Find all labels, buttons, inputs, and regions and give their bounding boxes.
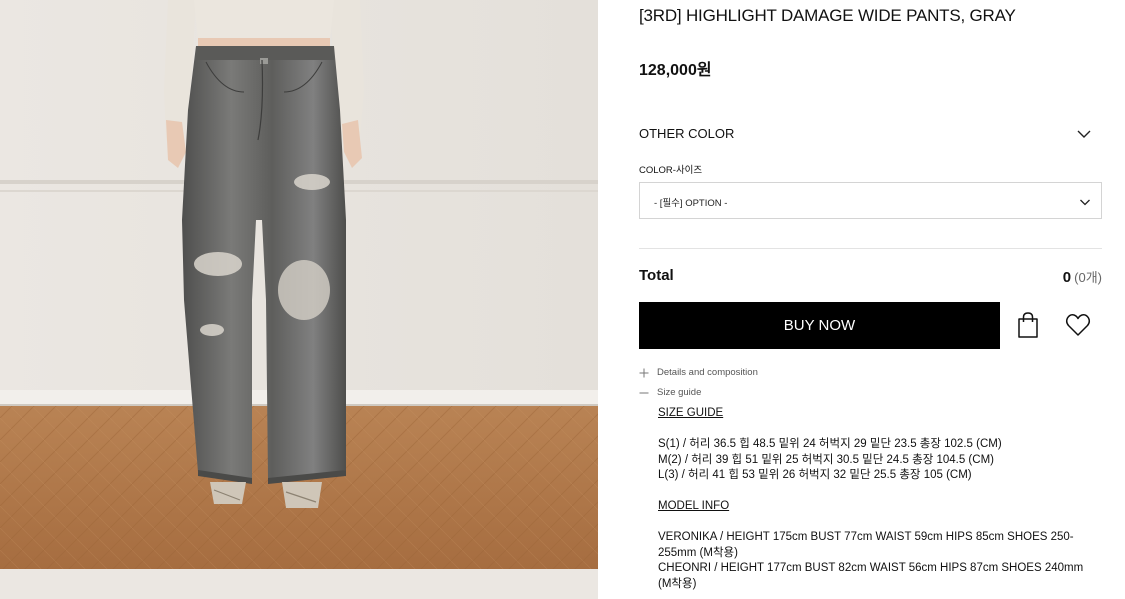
total-amount: 0 [1062,269,1072,286]
product-title: [3RD] HIGHLIGHT DAMAGE WIDE PANTS, GRAY [639,6,1016,25]
model-info-heading: MODEL INFO [658,500,730,512]
option-label: COLOR-사이즈 [639,165,703,176]
heart-icon[interactable] [1065,313,1091,337]
size-row: M(2) / 허리 39 힙 51 밑위 25 허벅지 30.5 밑단 24.5… [658,453,994,466]
product-price: 128,000원 [639,62,712,79]
product-info-panel: [3RD] HIGHLIGHT DAMAGE WIDE PANTS, GRAY … [598,0,1125,599]
details-composition-label: Details and composition [657,367,758,378]
chevron-down-icon [1079,195,1091,207]
product-photo-illustration [0,0,598,599]
size-guide-heading: SIZE GUIDE [658,407,724,419]
buy-now-button[interactable]: BUY NOW [639,302,1000,349]
total-count: (0개) [1074,270,1102,285]
divider [639,248,1102,249]
model-row: VERONIKA / HEIGHT 175cm BUST 77cm WAIST … [658,531,1074,559]
chevron-down-icon[interactable] [1076,126,1092,142]
size-guide-content: SIZE GUIDE S(1) / 허리 36.5 힙 48.5 밑위 24 허… [658,406,1088,592]
size-guide-label: Size guide [657,387,702,398]
size-row: S(1) / 허리 36.5 힙 48.5 밑위 24 허벅지 29 밑단 23… [658,438,1002,450]
size-guide-toggle[interactable]: Size guide [639,387,701,398]
shopping-bag-icon[interactable] [1015,311,1041,339]
option-select[interactable]: - [필수] OPTION - [639,182,1102,219]
product-image [0,0,598,599]
model-row: CHEONRI / HEIGHT 177cm BUST 82cm WAIST 5… [658,562,1084,590]
other-color-label[interactable]: OTHER COLOR [639,126,734,141]
plus-icon [639,368,649,378]
total-value: 0 (0개) [1063,267,1102,286]
option-select-value: - [필수] OPTION - [654,198,728,209]
size-row: L(3) / 허리 41 힙 53 밑위 26 허벅지 32 밑단 25.5 총… [658,469,972,481]
details-composition-toggle[interactable]: Details and composition [639,367,758,378]
total-label: Total [639,267,674,284]
minus-icon [639,388,649,398]
